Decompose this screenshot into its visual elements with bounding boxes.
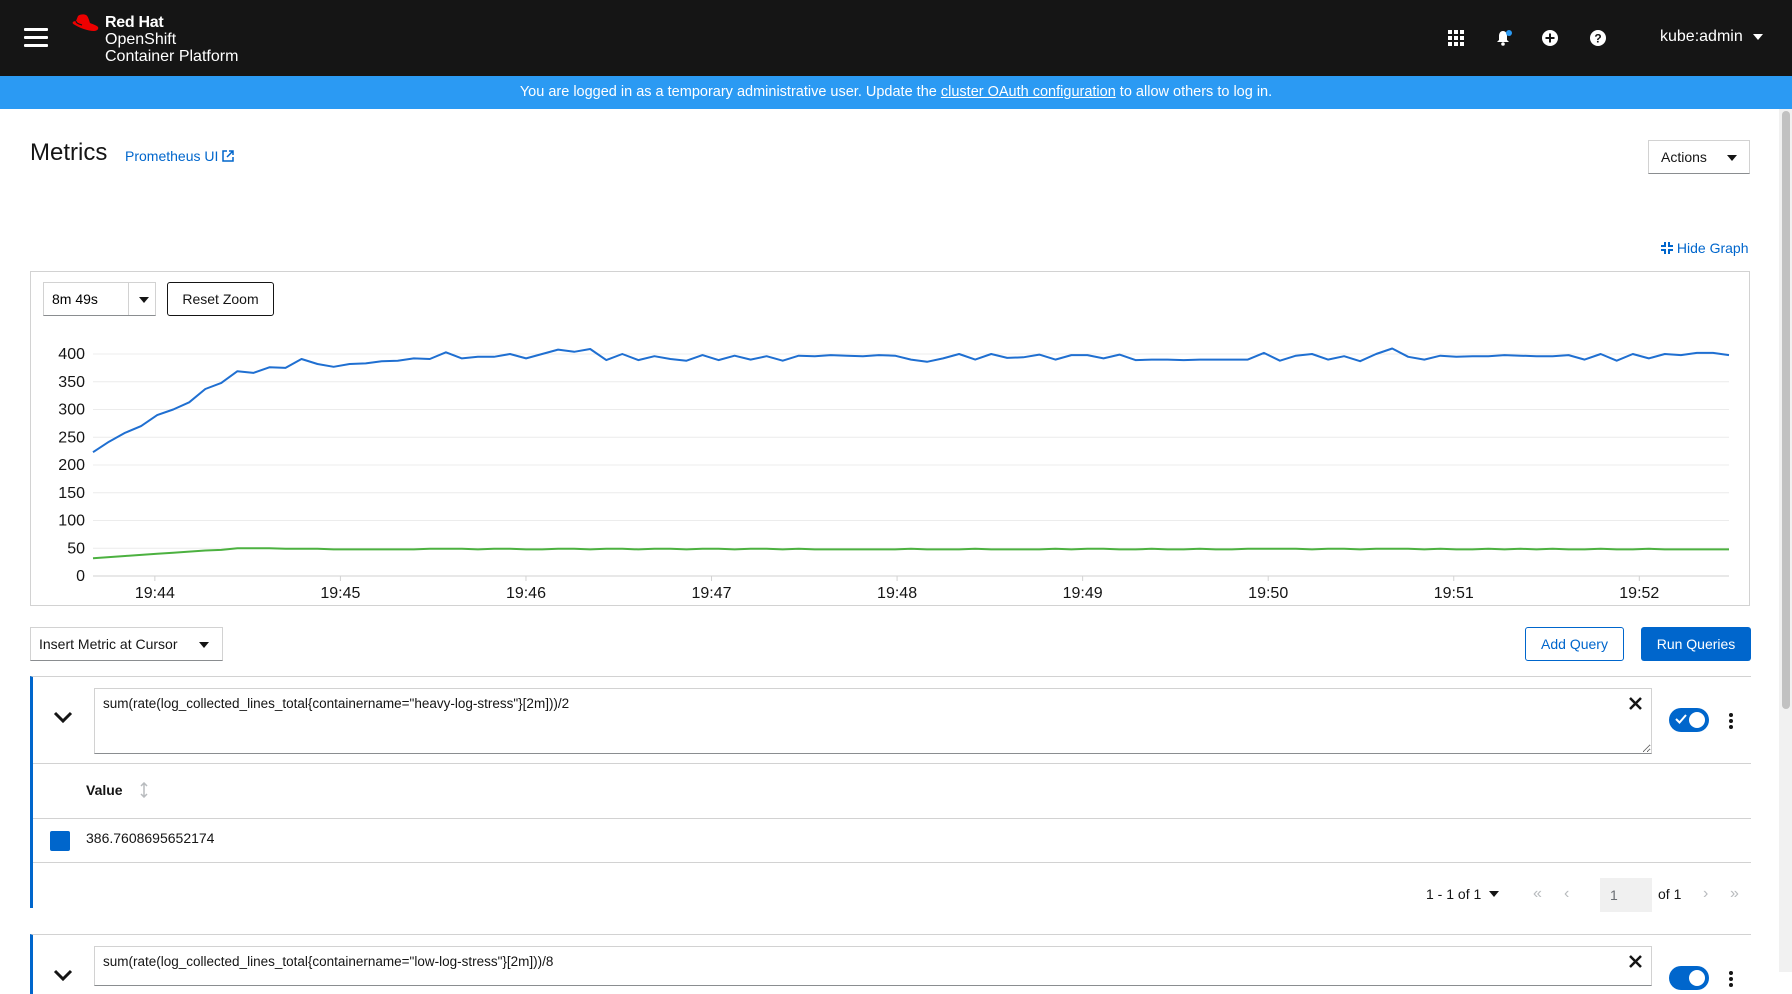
series-line xyxy=(92,547,1729,560)
plus-circle-icon[interactable] xyxy=(1538,26,1562,50)
caret-down-icon xyxy=(1727,155,1737,161)
toggle-knob xyxy=(1689,712,1705,728)
compress-icon xyxy=(1661,242,1673,254)
chevron-down-icon[interactable] xyxy=(53,968,73,982)
svg-text:?: ? xyxy=(1594,32,1601,46)
x-tick-label: 19:45 xyxy=(320,585,360,602)
run-queries-button[interactable]: Run Queries xyxy=(1641,627,1751,661)
query-enable-toggle[interactable] xyxy=(1669,708,1709,732)
previous-page-icon[interactable]: ‹ xyxy=(1564,885,1569,903)
user-menu[interactable]: kube:admin xyxy=(1660,28,1763,46)
caret-down-icon xyxy=(199,642,209,648)
temporary-admin-banner: You are logged in as a temporary adminis… xyxy=(0,76,1792,109)
query-expression-input[interactable]: sum(rate(log_collected_lines_total{conta… xyxy=(94,946,1652,986)
prometheus-ui-label: Prometheus UI xyxy=(125,148,219,164)
kebab-menu-icon[interactable] xyxy=(1727,713,1735,731)
table-row: 386.7608695652174 xyxy=(33,818,1751,863)
x-tick-label: 19:52 xyxy=(1619,585,1659,602)
y-tick-label: 50 xyxy=(67,540,85,557)
kebab-menu-icon[interactable] xyxy=(1727,971,1735,989)
query-panel: sum(rate(log_collected_lines_total{conta… xyxy=(30,676,1751,912)
actions-dropdown[interactable]: Actions xyxy=(1648,140,1750,174)
insert-metric-dropdown[interactable]: Insert Metric at Cursor xyxy=(30,627,223,661)
query-panel: sum(rate(log_collected_lines_total{conta… xyxy=(30,934,1751,994)
caret-down-icon xyxy=(1489,891,1500,898)
scrollbar-thumb[interactable] xyxy=(1782,111,1790,709)
help-icon[interactable]: ? xyxy=(1586,26,1610,50)
x-tick-label: 19:49 xyxy=(1063,585,1103,602)
value-cell: 386.7608695652174 xyxy=(86,830,215,846)
pagination: 1 - 1 of 1 « ‹ of 1 › » xyxy=(33,877,1751,913)
toggle-knob xyxy=(1689,970,1705,986)
brand-container-platform: Container Platform xyxy=(105,48,239,65)
chevron-down-icon[interactable] xyxy=(53,710,73,724)
y-tick-label: 400 xyxy=(58,346,85,363)
hide-graph-label: Hide Graph xyxy=(1676,240,1749,256)
y-tick-label: 300 xyxy=(58,402,85,419)
first-page-icon[interactable]: « xyxy=(1533,885,1542,903)
page-title: Metrics xyxy=(30,139,108,166)
graph-card: Reset Zoom 05010015020025030035040019:44… xyxy=(30,271,1750,606)
banner-text-prefix: You are logged in as a temporary adminis… xyxy=(519,84,941,100)
sort-icon[interactable] xyxy=(140,782,148,798)
y-tick-label: 250 xyxy=(58,429,85,446)
x-tick-label: 19:46 xyxy=(506,585,546,602)
x-tick-label: 19:47 xyxy=(692,585,732,602)
table-header: Value xyxy=(33,763,1751,819)
query-expression-input[interactable]: sum(rate(log_collected_lines_total{conta… xyxy=(94,688,1652,754)
user-name: kube:admin xyxy=(1660,28,1743,45)
cluster-oauth-link[interactable]: cluster OAuth configuration xyxy=(941,84,1116,100)
hide-graph-button[interactable]: Hide Graph xyxy=(1661,240,1748,256)
check-icon xyxy=(1675,714,1687,724)
y-tick-label: 150 xyxy=(58,485,85,502)
x-tick-label: 19:50 xyxy=(1248,585,1288,602)
bell-icon[interactable] xyxy=(1492,26,1516,50)
query-enable-toggle[interactable] xyxy=(1669,966,1709,990)
y-tick-label: 0 xyxy=(76,568,85,585)
y-tick-label: 200 xyxy=(58,457,85,474)
next-page-icon[interactable]: › xyxy=(1703,885,1708,903)
pagination-range: 1 - 1 of 1 xyxy=(1426,886,1482,902)
series-line xyxy=(92,347,1730,454)
x-tick-label: 19:48 xyxy=(877,585,917,602)
caret-down-icon xyxy=(1752,33,1763,40)
hamburger-menu-icon[interactable] xyxy=(24,28,48,48)
redhat-hat-icon xyxy=(72,14,99,31)
add-query-button[interactable]: Add Query xyxy=(1525,627,1624,661)
prometheus-ui-link[interactable]: Prometheus UI xyxy=(125,148,235,164)
x-tick-label: 19:51 xyxy=(1434,585,1474,602)
x-tick-label: 19:44 xyxy=(135,585,175,602)
y-tick-label: 350 xyxy=(58,374,85,391)
page-scrollbar[interactable] xyxy=(1779,109,1792,972)
series-color-swatch[interactable] xyxy=(50,831,70,851)
actions-label: Actions xyxy=(1661,149,1707,165)
pagination-count-toggle[interactable]: 1 - 1 of 1 xyxy=(1426,886,1500,902)
masthead: Red Hat OpenShift Container Platform ? k… xyxy=(0,0,1792,76)
banner-text-suffix: to allow others to log in. xyxy=(1115,84,1273,100)
insert-metric-label: Insert Metric at Cursor xyxy=(39,636,178,652)
grid-icon[interactable] xyxy=(1444,26,1468,50)
close-icon[interactable] xyxy=(1629,955,1642,968)
page-number-input[interactable] xyxy=(1600,878,1652,912)
y-tick-label: 100 xyxy=(58,513,85,530)
external-link-icon xyxy=(222,150,235,162)
value-column-header[interactable]: Value xyxy=(86,782,123,798)
pagination-of-pages: of 1 xyxy=(1658,886,1682,902)
close-icon[interactable] xyxy=(1629,697,1642,710)
brand-redhat: Red Hat xyxy=(105,14,164,31)
last-page-icon[interactable]: » xyxy=(1730,885,1739,903)
brand-openshift: OpenShift xyxy=(105,31,177,48)
metrics-chart[interactable]: 0 50 100 150 200 250 300 350 400 19:44 19:45 19:46 1… xyxy=(31,272,1751,607)
